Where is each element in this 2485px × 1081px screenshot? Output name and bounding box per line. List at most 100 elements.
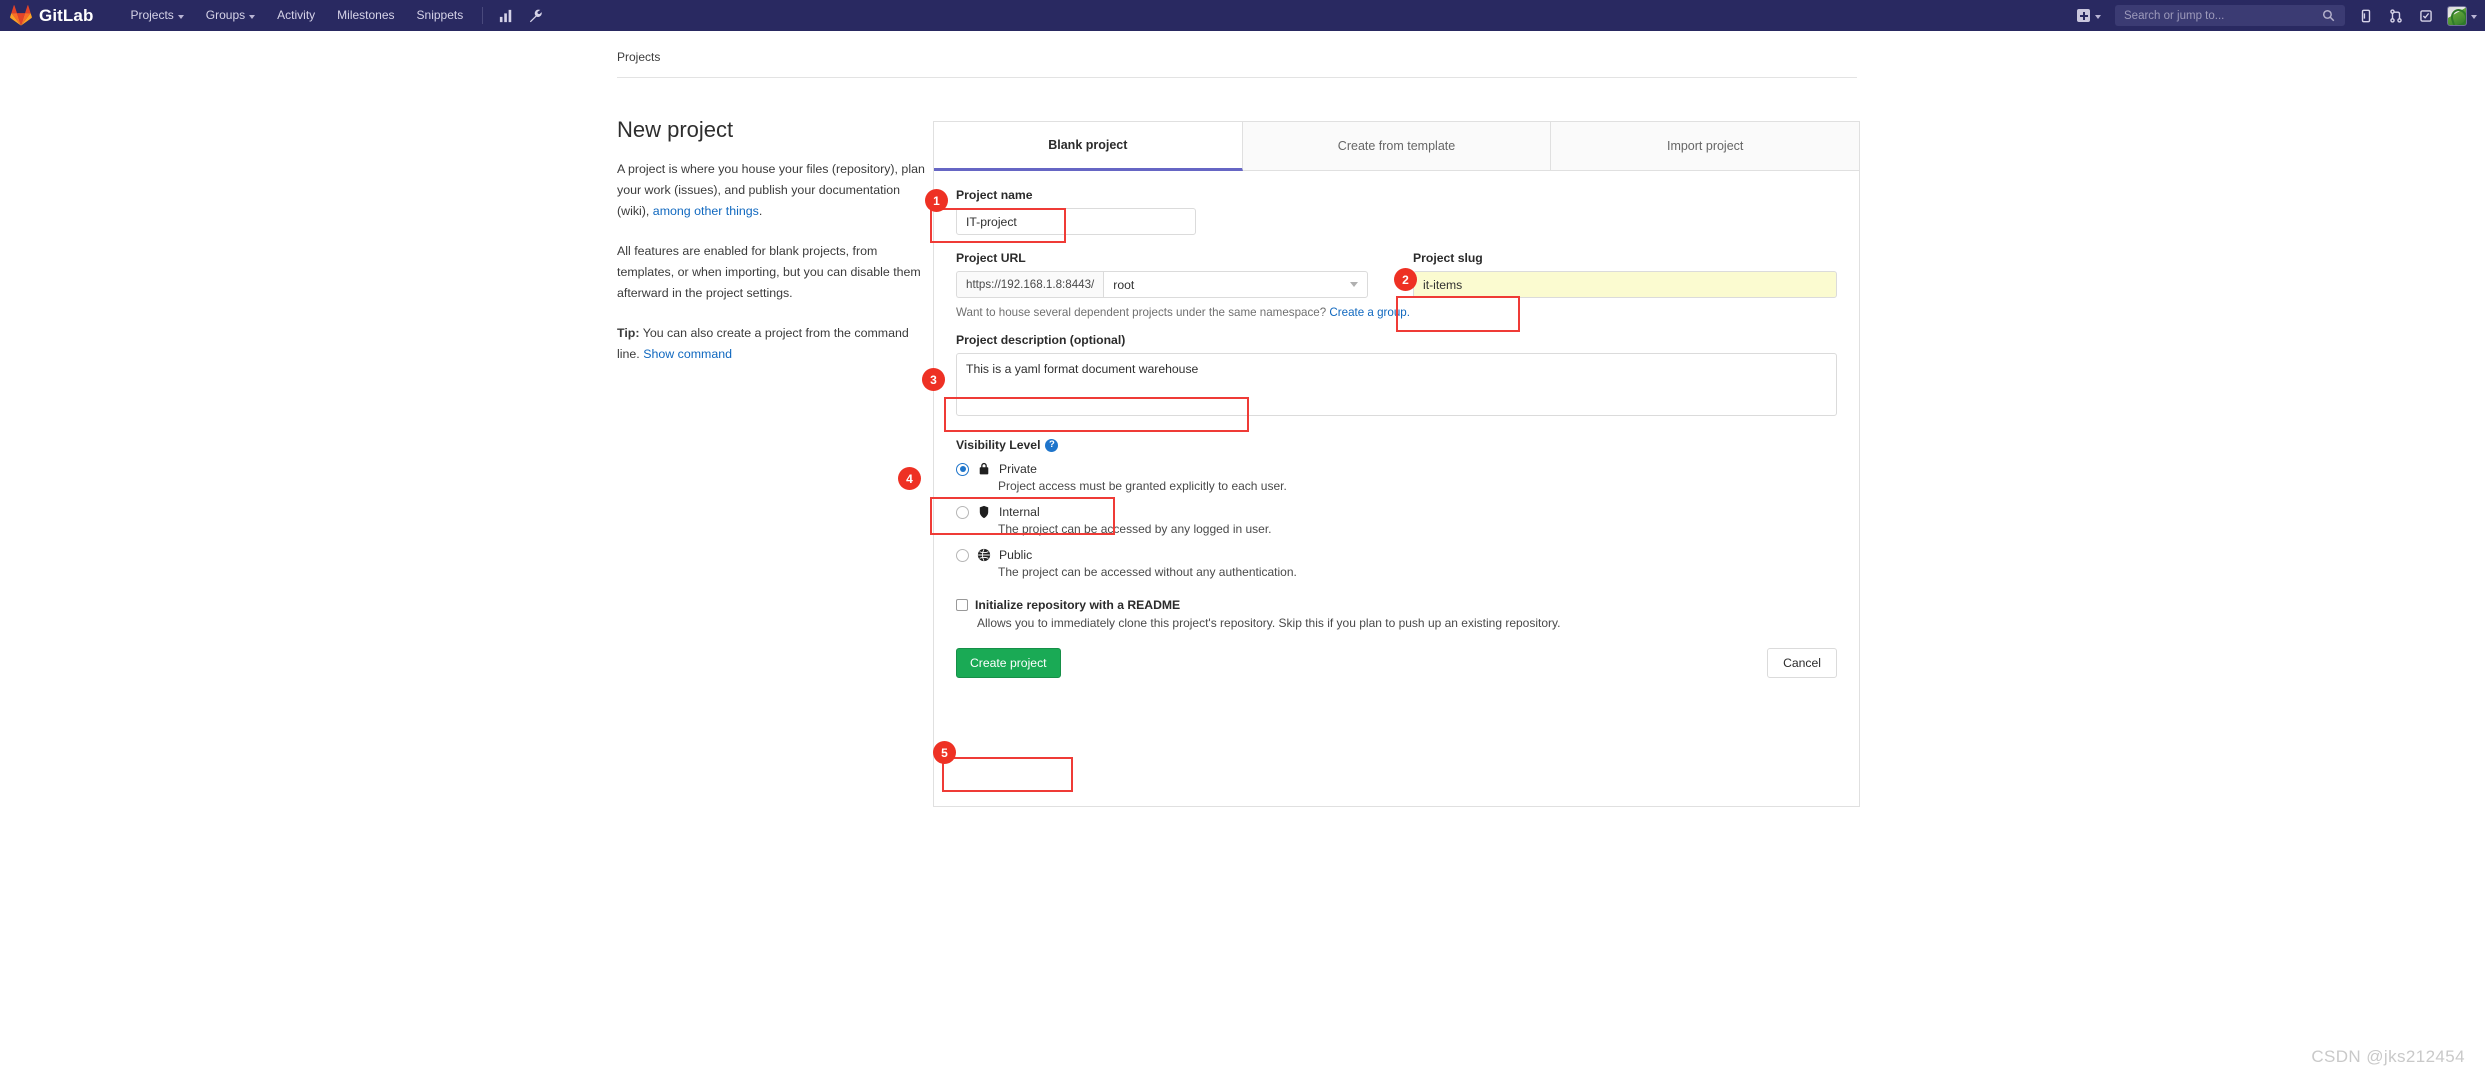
intro-paragraph-1-period: . <box>759 204 762 218</box>
intro-paragraph-1: A project is where you house your files … <box>617 159 927 222</box>
page-body: Projects New project A project is where … <box>0 31 2485 1081</box>
navbar-right <box>2069 0 2485 31</box>
readme-checkbox-row[interactable]: Initialize repository with a README <box>956 598 1837 612</box>
visibility-private-label: Private <box>999 462 1037 476</box>
chevron-down-icon <box>249 15 255 19</box>
visibility-level-title: Visibility Level ? <box>956 438 1837 452</box>
analytics-icon-glyph <box>499 9 513 23</box>
namespace-select[interactable]: root <box>1103 271 1368 298</box>
search-input[interactable] <box>2122 9 2322 23</box>
project-type-tabs: Blank project Create from template Impor… <box>934 122 1859 171</box>
globe-icon <box>977 548 991 562</box>
nav-item-snippets[interactable]: Snippets <box>406 0 475 31</box>
visibility-private-option[interactable]: Private Project access must be granted e… <box>956 462 1837 493</box>
project-name-label: Project name <box>956 188 1837 202</box>
project-url-group: Project URL https://192.168.1.8:8443/ ro… <box>956 251 1368 298</box>
nav-item-projects[interactable]: Projects <box>119 0 194 31</box>
project-description-label: Project description (optional) <box>956 333 1837 347</box>
visibility-internal-radio[interactable] <box>956 506 969 519</box>
intro-tip-label: Tip: <box>617 326 639 340</box>
watermark: CSDN @jks212454 <box>2311 1047 2465 1067</box>
visibility-public-description: The project can be accessed without any … <box>998 565 1837 579</box>
visibility-internal-option[interactable]: Internal The project can be accessed by … <box>956 505 1837 536</box>
lock-icon <box>977 462 991 476</box>
new-project-form: Project name IT-project Project URL http… <box>934 171 1859 678</box>
visibility-public-radio[interactable] <box>956 549 969 562</box>
nav-item-projects-label: Projects <box>130 0 173 31</box>
visibility-public-label: Public <box>999 548 1032 562</box>
nav-item-groups-label: Groups <box>206 0 245 31</box>
user-menu[interactable] <box>2441 6 2477 26</box>
search-box[interactable] <box>2115 5 2345 26</box>
gitlab-logo-link[interactable]: GitLab <box>0 0 93 31</box>
page-title: New project <box>617 117 927 143</box>
search-icon <box>2322 9 2335 22</box>
todos-icon[interactable] <box>2411 0 2441 31</box>
readme-label: Initialize repository with a README <box>975 598 1180 612</box>
visibility-private-description: Project access must be granted explicitl… <box>998 479 1837 493</box>
visibility-internal-description: The project can be accessed by any logge… <box>998 522 1837 536</box>
project-slug-group: Project slug it-items <box>1413 251 1837 298</box>
nav-item-groups[interactable]: Groups <box>195 0 266 31</box>
issues-icon[interactable] <box>2351 0 2381 31</box>
among-other-things-link[interactable]: among other things <box>653 204 759 218</box>
create-a-group-link[interactable]: Create a group. <box>1329 306 1410 319</box>
annotation-badge-1: 1 <box>925 189 948 212</box>
chevron-down-icon <box>1350 282 1358 287</box>
merge-request-icon[interactable] <box>2381 0 2411 31</box>
create-project-button[interactable]: Create project <box>956 648 1061 678</box>
breadcrumb-divider <box>617 77 1857 78</box>
analytics-icon[interactable] <box>491 0 521 31</box>
new-project-card: Blank project Create from template Impor… <box>933 121 1860 807</box>
visibility-level-group: Visibility Level ? Private Project acces… <box>956 438 1837 579</box>
namespace-help-text: Want to house several dependent projects… <box>956 306 1837 319</box>
todos-icon-glyph <box>2419 9 2433 23</box>
help-icon[interactable]: ? <box>1045 439 1058 452</box>
gitlab-tanuki-icon <box>10 5 32 26</box>
namespace-select-value: root <box>1113 278 1134 292</box>
navbar-links: Projects Groups Activity Milestones Snip… <box>119 0 551 31</box>
project-description-group: Project description (optional) <box>956 333 1837 421</box>
annotation-badge-3: 3 <box>922 368 945 391</box>
navbar-divider <box>482 7 483 24</box>
intro-tip: Tip: You can also create a project from … <box>617 323 927 365</box>
tab-blank-project[interactable]: Blank project <box>934 122 1243 171</box>
avatar <box>2447 6 2467 26</box>
project-slug-input[interactable]: it-items <box>1413 271 1837 298</box>
wrench-icon-glyph <box>529 9 543 23</box>
visibility-level-label: Visibility Level <box>956 438 1040 452</box>
gitlab-brand-text: GitLab <box>39 6 93 26</box>
intro-paragraph-2: All features are enabled for blank proje… <box>617 241 927 304</box>
nav-item-milestones[interactable]: Milestones <box>326 0 405 31</box>
project-slug-label: Project slug <box>1413 251 1837 265</box>
page-intro-column: New project A project is where you house… <box>617 117 927 384</box>
tab-import-project[interactable]: Import project <box>1551 122 1859 171</box>
create-new-button[interactable] <box>2069 0 2109 31</box>
annotation-badge-5: 5 <box>933 741 956 764</box>
breadcrumb[interactable]: Projects <box>617 50 660 64</box>
readme-checkbox[interactable] <box>956 599 968 611</box>
cancel-button[interactable]: Cancel <box>1767 648 1837 678</box>
annotation-badge-2: 2 <box>1394 268 1417 291</box>
visibility-public-option[interactable]: Public The project can be accessed witho… <box>956 548 1837 579</box>
form-actions: Create project Cancel <box>956 648 1837 678</box>
readme-description: Allows you to immediately clone this pro… <box>977 616 1837 630</box>
chevron-down-icon <box>178 15 184 19</box>
project-name-group: Project name IT-project <box>956 188 1837 235</box>
project-description-textarea[interactable] <box>956 353 1837 416</box>
chevron-down-icon <box>2095 15 2101 19</box>
annotation-badge-4: 4 <box>898 467 921 490</box>
plus-square-icon <box>2077 9 2090 22</box>
nav-item-activity[interactable]: Activity <box>266 0 326 31</box>
top-navbar: GitLab Projects Groups Activity Mileston… <box>0 0 2485 31</box>
visibility-private-radio[interactable] <box>956 463 969 476</box>
project-url-label: Project URL <box>956 251 1368 265</box>
tab-create-from-template[interactable]: Create from template <box>1243 122 1552 171</box>
shield-icon <box>977 505 991 519</box>
show-command-link[interactable]: Show command <box>643 347 732 361</box>
project-url-prefix: https://192.168.1.8:8443/ <box>956 271 1103 298</box>
wrench-icon[interactable] <box>521 0 551 31</box>
project-name-input[interactable]: IT-project <box>956 208 1196 235</box>
visibility-internal-label: Internal <box>999 505 1040 519</box>
chevron-down-icon <box>2471 15 2477 19</box>
